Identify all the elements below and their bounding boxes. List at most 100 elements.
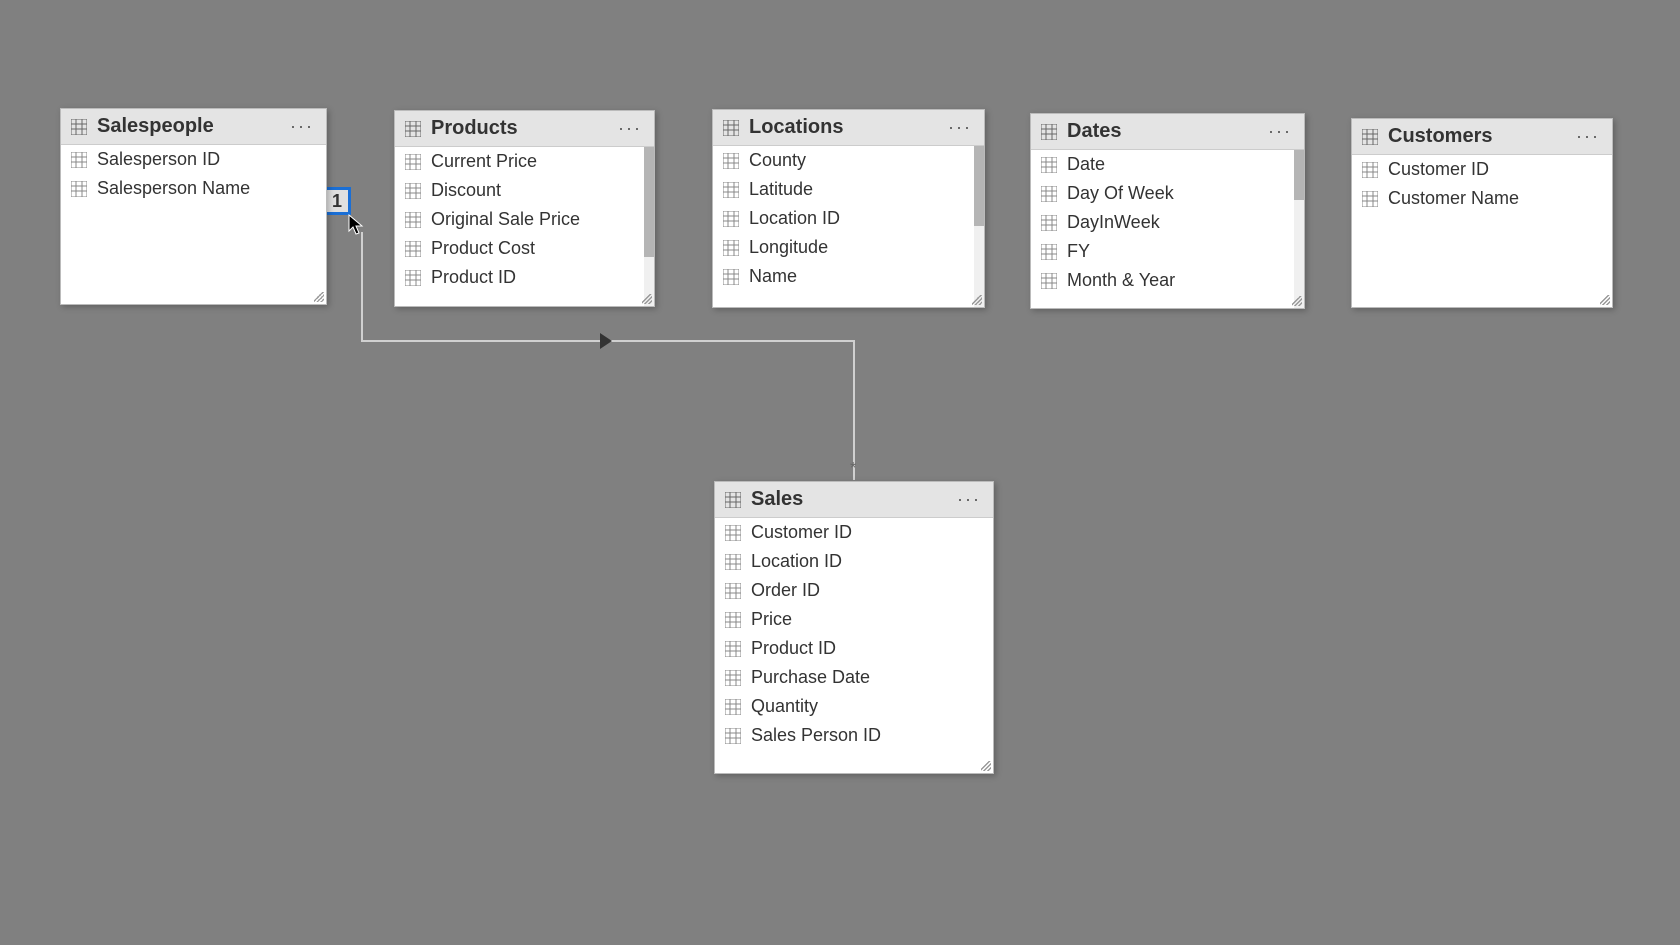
field-row[interactable]: Original Sale Price [395, 205, 654, 234]
field-row[interactable]: Order ID [715, 576, 993, 605]
field-row[interactable]: Current Price [395, 147, 654, 176]
column-icon [725, 612, 741, 628]
column-icon [405, 241, 421, 257]
rel-cardinality-one-label: 1 [332, 191, 342, 212]
column-icon [1362, 191, 1378, 207]
table-menu-button[interactable]: ··· [1574, 126, 1602, 147]
field-row[interactable]: Location ID [713, 204, 984, 233]
table-products[interactable]: Products ··· Current Price Discount Orig… [394, 110, 655, 307]
field-label: Price [751, 609, 792, 630]
table-icon [405, 121, 421, 137]
field-row[interactable]: Customer Name [1352, 184, 1612, 213]
column-icon [725, 670, 741, 686]
field-row[interactable]: Latitude [713, 175, 984, 204]
scrollbar[interactable] [1294, 150, 1304, 308]
column-icon [723, 211, 739, 227]
field-row[interactable]: Customer ID [1352, 155, 1612, 184]
table-menu-button[interactable]: ··· [955, 489, 983, 510]
resize-grip[interactable] [1600, 295, 1610, 305]
scrollbar[interactable] [974, 146, 984, 307]
column-icon [725, 641, 741, 657]
column-icon [1041, 157, 1057, 173]
scroll-thumb[interactable] [1294, 150, 1304, 200]
column-icon [725, 728, 741, 744]
table-sales[interactable]: Sales ··· Customer ID Location ID Order … [714, 481, 994, 774]
column-icon [723, 153, 739, 169]
model-canvas[interactable]: 1 * Salespeople ··· Salesperson ID Sales… [0, 0, 1680, 945]
table-header[interactable]: Sales ··· [715, 482, 993, 518]
field-row[interactable]: Purchase Date [715, 663, 993, 692]
field-row[interactable]: Price [715, 605, 993, 634]
field-row[interactable]: Date [1031, 150, 1304, 179]
table-header[interactable]: Salespeople ··· [61, 109, 326, 145]
table-locations[interactable]: Locations ··· County Latitude Location I… [712, 109, 985, 308]
column-icon [405, 270, 421, 286]
table-title: Locations [749, 116, 936, 139]
field-row[interactable]: County [713, 146, 984, 175]
table-icon [1362, 129, 1378, 145]
column-icon [723, 269, 739, 285]
field-label: Discount [431, 180, 501, 201]
column-icon [1041, 273, 1057, 289]
field-label: Location ID [749, 208, 840, 229]
field-label: Location ID [751, 551, 842, 572]
resize-grip[interactable] [314, 292, 324, 302]
field-row[interactable]: Sales Person ID [715, 721, 993, 750]
column-icon [405, 154, 421, 170]
table-header[interactable]: Customers ··· [1352, 119, 1612, 155]
field-row[interactable]: FY [1031, 237, 1304, 266]
resize-grip[interactable] [972, 295, 982, 305]
field-row[interactable]: Product ID [395, 263, 654, 292]
field-label: Sales Person ID [751, 725, 881, 746]
rel-direction-arrow [600, 333, 612, 349]
table-menu-button[interactable]: ··· [1266, 121, 1294, 142]
table-title: Sales [751, 488, 945, 511]
field-label: Original Sale Price [431, 209, 580, 230]
field-row[interactable]: Product ID [715, 634, 993, 663]
field-row[interactable]: Name [713, 262, 984, 291]
field-row[interactable]: Discount [395, 176, 654, 205]
resize-grip[interactable] [981, 761, 991, 771]
column-icon [405, 212, 421, 228]
table-salespeople[interactable]: Salespeople ··· Salesperson ID Salespers… [60, 108, 327, 305]
field-row[interactable]: Salesperson Name [61, 174, 326, 203]
rel-cardinality-one[interactable]: 1 [323, 187, 351, 215]
table-fields: County Latitude Location ID Longitude Na… [713, 146, 984, 307]
table-menu-button[interactable]: ··· [616, 118, 644, 139]
column-icon [71, 181, 87, 197]
resize-grip[interactable] [1292, 296, 1302, 306]
table-icon [723, 120, 739, 136]
scroll-thumb[interactable] [974, 146, 984, 226]
field-row[interactable]: Location ID [715, 547, 993, 576]
field-label: Month & Year [1067, 270, 1175, 291]
field-row[interactable]: Product Cost [395, 234, 654, 263]
resize-grip[interactable] [642, 294, 652, 304]
table-header[interactable]: Products ··· [395, 111, 654, 147]
field-row[interactable]: Customer ID [715, 518, 993, 547]
table-menu-button[interactable]: ··· [288, 116, 316, 137]
column-icon [1362, 162, 1378, 178]
field-row[interactable]: DayInWeek [1031, 208, 1304, 237]
table-customers[interactable]: Customers ··· Customer ID Customer Name [1351, 118, 1613, 308]
field-row[interactable]: Day Of Week [1031, 179, 1304, 208]
field-row[interactable]: Longitude [713, 233, 984, 262]
rel-cardinality-many[interactable]: * [850, 460, 856, 478]
table-title: Products [431, 117, 606, 140]
table-dates[interactable]: Dates ··· Date Day Of Week DayInWeek FY [1030, 113, 1305, 309]
table-header[interactable]: Dates ··· [1031, 114, 1304, 150]
field-label: Salesperson Name [97, 178, 250, 199]
column-icon [1041, 186, 1057, 202]
field-row[interactable]: Salesperson ID [61, 145, 326, 174]
scrollbar[interactable] [644, 147, 654, 306]
field-row[interactable]: Quantity [715, 692, 993, 721]
rel-line [361, 232, 363, 342]
field-label: DayInWeek [1067, 212, 1160, 233]
column-icon [725, 525, 741, 541]
rel-line [361, 340, 855, 342]
scroll-thumb[interactable] [644, 147, 654, 257]
column-icon [725, 583, 741, 599]
field-label: Name [749, 266, 797, 287]
table-menu-button[interactable]: ··· [946, 117, 974, 138]
table-header[interactable]: Locations ··· [713, 110, 984, 146]
field-row[interactable]: Month & Year [1031, 266, 1304, 295]
